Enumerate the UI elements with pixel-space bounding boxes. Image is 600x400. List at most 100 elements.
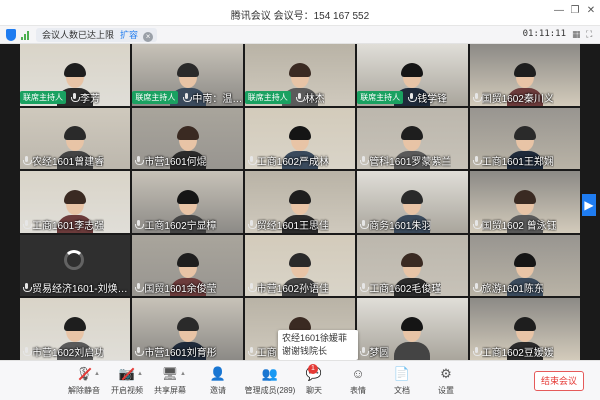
participant-name: 农经1601曾建睿 bbox=[32, 157, 105, 169]
capacity-notice-text: 会议人数已达上限 bbox=[42, 30, 115, 40]
close-icon[interactable]: ✕ bbox=[584, 4, 598, 18]
video-tile[interactable]: 工商1602严成林 bbox=[244, 107, 356, 170]
video-tile[interactable]: 商务1601朱羽 bbox=[357, 171, 468, 233]
signal-icon[interactable] bbox=[21, 31, 31, 40]
video-tile[interactable]: 工商1601李志强 bbox=[20, 171, 131, 233]
options-caret-icon[interactable]: ▲ bbox=[180, 371, 186, 377]
participant-nameplate: 市营1602刘启功 bbox=[20, 344, 104, 359]
video-tile[interactable]: 农经1601曾建睿 bbox=[20, 107, 131, 170]
video-tile[interactable]: 管科1601罗蒙紫兰 bbox=[357, 107, 468, 170]
video-tile[interactable]: 贸经1601王思佳 bbox=[244, 171, 356, 233]
video-tile[interactable]: 联席主持人 钱学锋 bbox=[357, 44, 468, 106]
toolbar-button-invite[interactable]: 👤 邀请 bbox=[196, 365, 240, 396]
video-tiles: 联席主持人 李芳 联席主持人 中南：温… 联席主持人 林杰 联席主持人 钱学锋 国贸1602秦川… bbox=[20, 44, 580, 360]
video-grid: 联席主持人 李芳 联席主持人 中南：温… 联席主持人 林杰 联席主持人 钱学锋 国贸1602秦川… bbox=[0, 44, 600, 360]
toolbar-button-label: 文档 bbox=[394, 386, 410, 395]
options-caret-icon[interactable]: ▲ bbox=[137, 371, 143, 377]
capacity-notice: 会议人数已达上限 扩容 × bbox=[36, 28, 158, 42]
video-tile[interactable]: 梦圆 bbox=[357, 298, 468, 360]
video-tile[interactable]: 国贸1602秦川义 bbox=[469, 44, 580, 106]
participant-nameplate: 联席主持人 钱学锋 bbox=[357, 90, 447, 105]
participant-name: 工商1602毛俊瑾 bbox=[369, 284, 442, 296]
participant-nameplate: 工商1602豆媛媛 bbox=[470, 344, 554, 359]
end-meeting-button[interactable]: 结束会议 bbox=[534, 371, 584, 391]
participant-name: 林杰 bbox=[304, 93, 325, 105]
microphone-icon bbox=[23, 283, 32, 293]
toolbar-button-members[interactable]: 👥 管理成员(289) bbox=[244, 365, 296, 396]
participant-name: 市营1601何焜 bbox=[144, 157, 207, 169]
participant-name: 管科1601罗蒙紫兰 bbox=[369, 157, 452, 169]
participant-nameplate: 联席主持人 林杰 bbox=[244, 90, 325, 105]
notice-close-icon[interactable]: × bbox=[143, 32, 154, 42]
video-tile[interactable]: 工商1601王郑娴 bbox=[469, 107, 580, 170]
participant-name: 工商1602严成林 bbox=[256, 157, 330, 169]
participant-nameplate: 国贸1602 曾泳钰 bbox=[470, 217, 557, 232]
participant-nameplate: 旅游1601陈东 bbox=[470, 280, 544, 295]
participant-nameplate: 贸易经济1601-刘焕… bbox=[20, 280, 128, 295]
video-tile[interactable]: 联席主持人 林杰 bbox=[244, 44, 356, 106]
toolbar-button-settings[interactable]: ⚙ 设置 bbox=[424, 365, 468, 396]
toolbar-button-share-screen[interactable]: 🖥 ▲ 共享屏幕 bbox=[148, 365, 192, 396]
toolbar-button-label: 表情 bbox=[350, 386, 366, 395]
video-tile[interactable]: 工商1602宁显樟 bbox=[132, 171, 243, 233]
participant-video bbox=[392, 316, 432, 360]
microphone-icon bbox=[472, 156, 482, 166]
microphone-icon bbox=[360, 156, 370, 166]
toolbar-button-chat[interactable]: 💬1聊天 bbox=[292, 364, 336, 396]
video-tile[interactable]: 市营1602刘启功 bbox=[20, 298, 131, 360]
chat-bubble: 农经1601徐媛菲 谢谢钱院长 bbox=[278, 330, 358, 360]
meeting-info-bar: 会议人数已达上限 扩容 × 01:11:11 ▦ ⛶ bbox=[0, 26, 600, 44]
participant-nameplate: 工商1602宁显樟 bbox=[132, 217, 217, 232]
toolbar-button-mic-muted[interactable]: 🎙▲ 解除静音 bbox=[62, 365, 106, 396]
participant-name: 工商1601李志强 bbox=[32, 220, 105, 232]
participant-name: 国贸1602秦川义 bbox=[481, 93, 554, 105]
minimize-icon[interactable]: — bbox=[552, 4, 566, 18]
participant-name: 国贸1601余俊莹 bbox=[144, 284, 217, 296]
participant-nameplate: 商务1601朱羽 bbox=[357, 217, 431, 232]
microphone-icon bbox=[247, 219, 257, 229]
toolbar-button-label: 设置 bbox=[438, 386, 454, 395]
video-tile[interactable]: 贸易经济1601-刘焕… bbox=[20, 234, 131, 297]
participant-nameplate: 工商1602毛俊瑾 bbox=[357, 280, 441, 295]
shield-icon[interactable] bbox=[6, 29, 16, 41]
microphone-icon bbox=[135, 283, 145, 293]
fullscreen-icon[interactable]: ⛶ bbox=[586, 29, 592, 40]
restore-icon[interactable]: ❐ bbox=[568, 4, 582, 18]
microphone-icon bbox=[360, 219, 370, 229]
participant-name: 工商1602宁显樟 bbox=[144, 220, 217, 232]
video-tile[interactable]: 工商1602豆媛媛 bbox=[469, 298, 580, 360]
options-caret-icon[interactable]: ▲ bbox=[94, 371, 100, 377]
video-tile[interactable]: 市营1601何焜 bbox=[132, 107, 243, 170]
video-tile[interactable]: 旅游1601陈东 bbox=[469, 234, 580, 297]
toolbar-button-label: 邀请 bbox=[210, 386, 226, 395]
next-page-button[interactable]: ▶ bbox=[582, 194, 596, 216]
microphone-icon bbox=[247, 156, 257, 166]
expand-link[interactable]: 扩容 bbox=[120, 30, 138, 40]
invite-icon: 👤 bbox=[209, 366, 227, 381]
video-tile[interactable]: 国贸1602 曾泳钰 bbox=[469, 171, 580, 233]
toolbar-button-label: 管理成员(289) bbox=[244, 386, 296, 395]
video-tile[interactable]: 联席主持人 李芳 bbox=[20, 44, 131, 106]
toolbar-button-document[interactable]: 📄 文档 bbox=[380, 365, 424, 396]
participant-name: 贸易经济1601-刘焕… bbox=[32, 284, 128, 296]
video-tile[interactable]: 市营1602孙语佳 bbox=[244, 234, 356, 297]
participant-name: 工商1601王郑娴 bbox=[481, 157, 554, 169]
emoji-icon: ☺ bbox=[351, 366, 365, 381]
participant-nameplate: 联席主持人 李芳 bbox=[20, 90, 100, 105]
toolbar-button-emoji[interactable]: ☺ 表情 bbox=[336, 365, 380, 396]
video-tile[interactable]: 工商1602毛俊瑾 bbox=[357, 234, 468, 297]
participant-name: 市营1601刘育彤 bbox=[144, 347, 217, 359]
participant-nameplate: 工商1601王郑娴 bbox=[470, 153, 554, 168]
participant-nameplate: 农经1601曾建睿 bbox=[20, 153, 104, 168]
video-tile[interactable]: 联席主持人 中南：温… bbox=[132, 44, 243, 106]
microphone-icon bbox=[472, 92, 482, 102]
participant-name: 梦圆 bbox=[369, 347, 390, 359]
video-tile[interactable]: 国贸1601余俊莹 bbox=[132, 234, 243, 297]
cohost-badge: 联席主持人 bbox=[357, 90, 404, 104]
cohost-badge: 联席主持人 bbox=[244, 90, 291, 104]
toolbar-button-camera-off[interactable]: 📷▲ 开启视频 bbox=[105, 365, 149, 396]
grid-view-icon[interactable]: ▦ bbox=[572, 29, 581, 40]
chat-bubble-message: 谢谢钱院长 bbox=[282, 346, 328, 356]
video-tile[interactable]: 市营1601刘育彤 bbox=[132, 298, 243, 360]
participant-nameplate: 贸经1601王思佳 bbox=[245, 217, 329, 232]
